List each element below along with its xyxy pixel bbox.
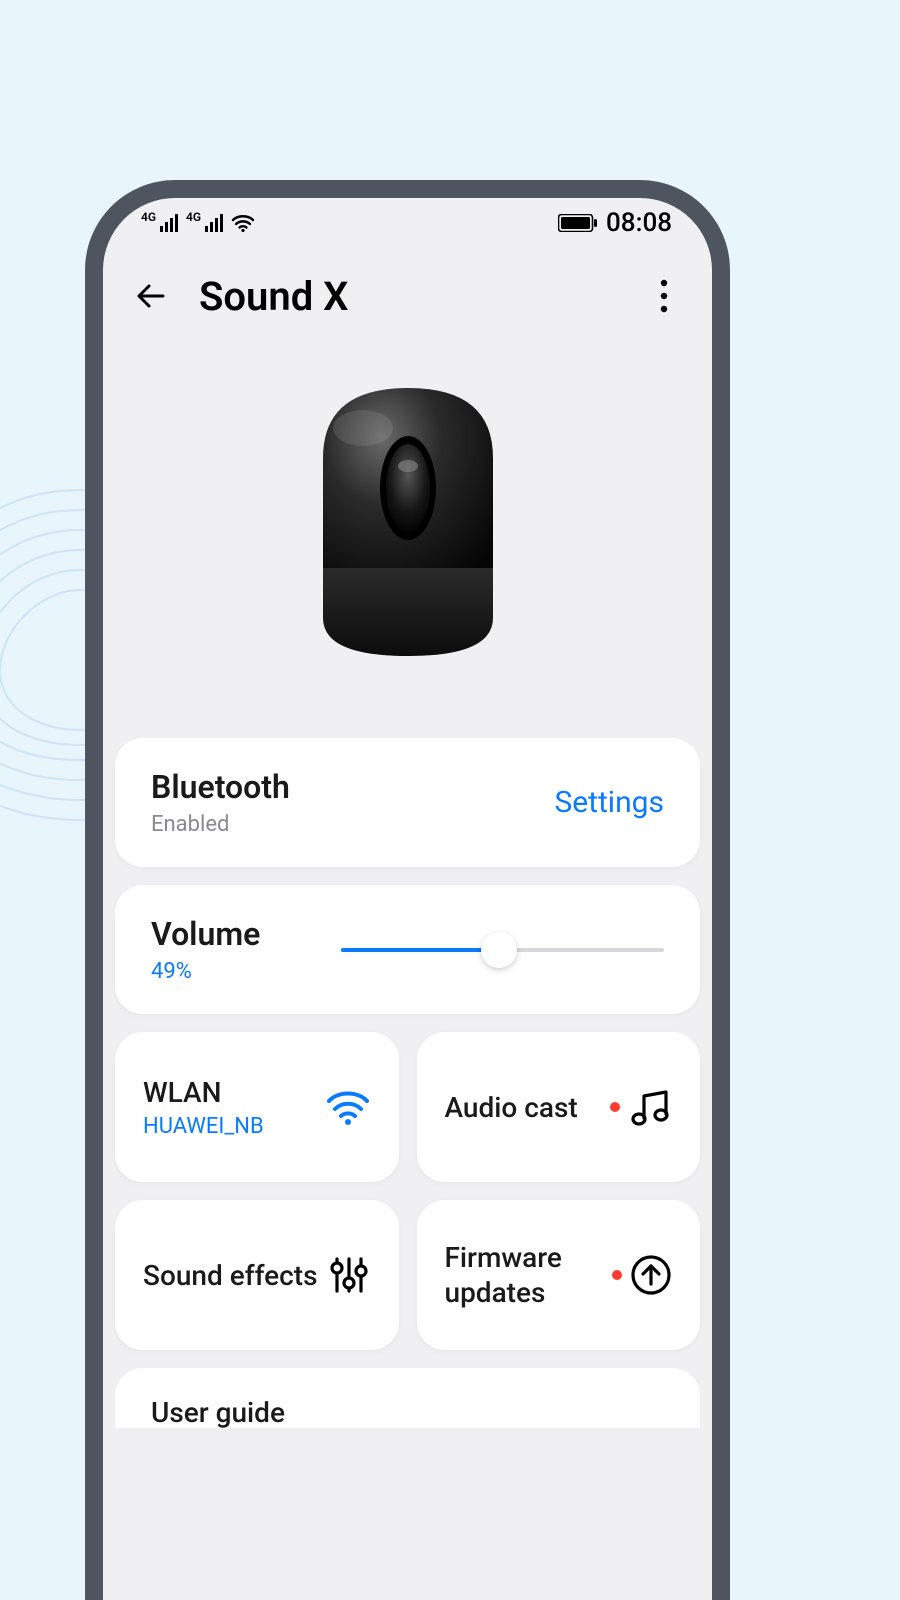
wlan-tile[interactable]: WLAN HUAWEI_NB bbox=[115, 1032, 399, 1182]
app-bar: Sound X bbox=[103, 248, 712, 328]
user-guide-title: User guide bbox=[151, 1396, 285, 1428]
audio-cast-title: Audio cast bbox=[445, 1090, 578, 1125]
volume-title: Volume bbox=[151, 915, 281, 953]
signal-bars-icon-2 bbox=[205, 214, 227, 232]
page-title: Sound X bbox=[199, 273, 616, 320]
notification-dot-icon bbox=[610, 1102, 620, 1112]
sound-effects-title: Sound effects bbox=[143, 1258, 318, 1293]
bluetooth-settings-link[interactable]: Settings bbox=[554, 785, 664, 820]
volume-value: 49% bbox=[151, 959, 281, 984]
arrow-left-icon bbox=[131, 276, 171, 316]
firmware-title: Firmware updates bbox=[445, 1240, 613, 1310]
bluetooth-card[interactable]: Bluetooth Enabled Settings bbox=[115, 738, 700, 867]
user-guide-tile[interactable]: User guide bbox=[115, 1368, 700, 1428]
music-note-icon bbox=[628, 1086, 672, 1128]
volume-slider-fill bbox=[341, 948, 499, 952]
volume-slider[interactable] bbox=[341, 930, 664, 970]
battery-icon bbox=[558, 214, 598, 232]
sound-effects-tile[interactable]: Sound effects bbox=[115, 1200, 399, 1350]
more-vertical-icon bbox=[660, 279, 668, 313]
sliders-icon bbox=[327, 1253, 371, 1297]
speaker-image bbox=[303, 388, 513, 658]
firmware-updates-tile[interactable]: Firmware updates bbox=[417, 1200, 701, 1350]
wifi-icon bbox=[231, 214, 255, 232]
arrow-up-circle-icon bbox=[630, 1254, 672, 1296]
more-menu-button[interactable] bbox=[640, 272, 688, 320]
device-hero bbox=[103, 328, 712, 738]
signal-bars-icon bbox=[160, 214, 182, 232]
notification-dot-icon bbox=[612, 1270, 622, 1280]
back-button[interactable] bbox=[127, 272, 175, 320]
wifi-icon bbox=[325, 1089, 371, 1125]
wlan-title: WLAN bbox=[143, 1075, 264, 1110]
audio-cast-tile[interactable]: Audio cast bbox=[417, 1032, 701, 1182]
bluetooth-title: Bluetooth bbox=[151, 768, 290, 806]
phone-frame: 4G 4G 08:08 Sound X bbox=[85, 180, 730, 1600]
volume-card: Volume 49% bbox=[115, 885, 700, 1014]
clock: 08:08 bbox=[606, 208, 672, 238]
content: Bluetooth Enabled Settings Volume 49% bbox=[103, 738, 712, 1428]
signal-4g-icon-2: 4G bbox=[186, 210, 201, 224]
wlan-ssid: HUAWEI_NB bbox=[143, 1114, 264, 1139]
status-bar: 4G 4G 08:08 bbox=[103, 198, 712, 248]
signal-4g-icon: 4G bbox=[141, 210, 156, 224]
screen: 4G 4G 08:08 Sound X bbox=[103, 198, 712, 1600]
bluetooth-status: Enabled bbox=[151, 812, 290, 837]
volume-slider-thumb[interactable] bbox=[481, 932, 517, 968]
